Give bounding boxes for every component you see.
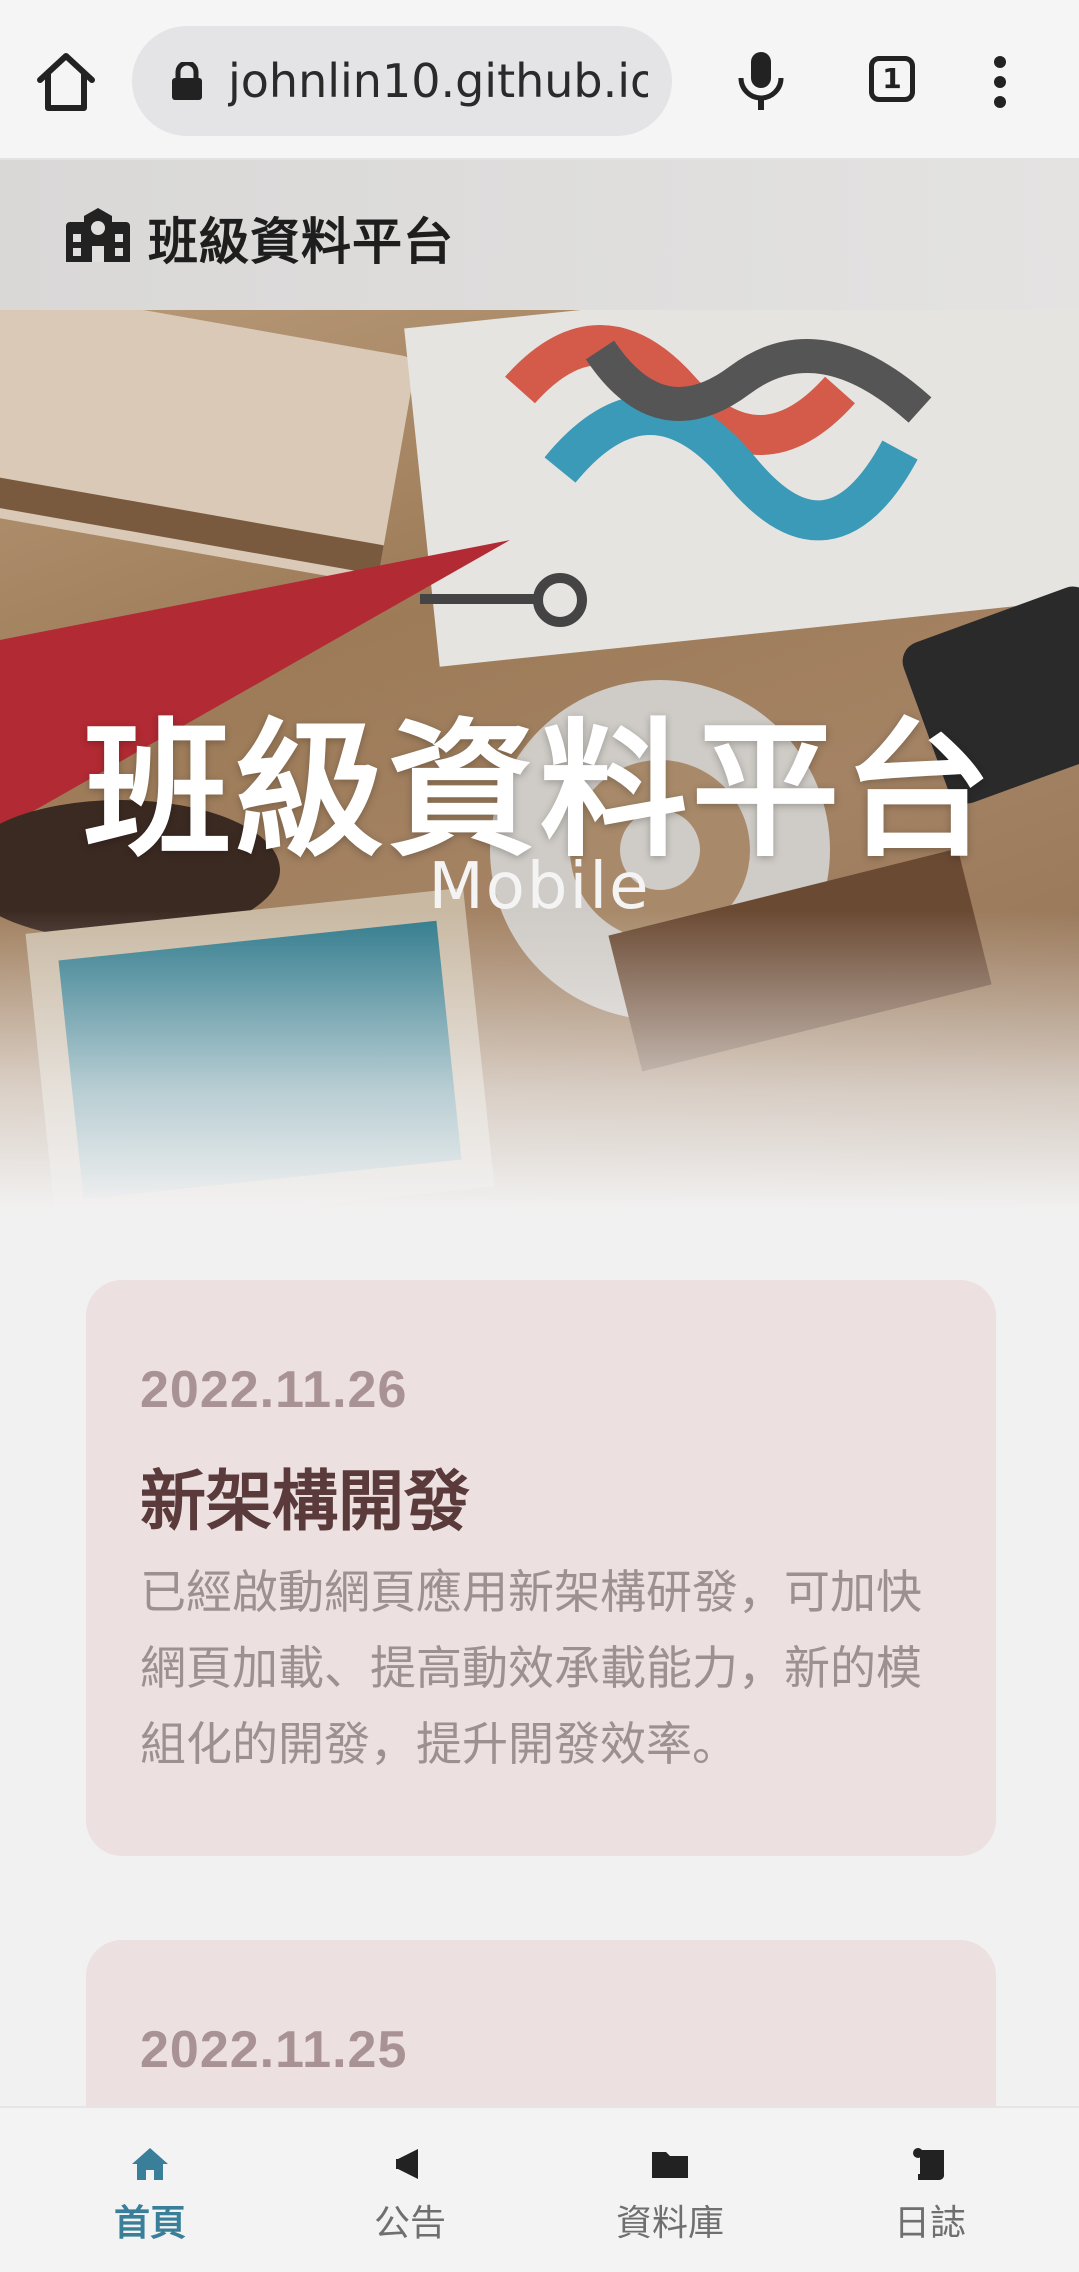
home-icon[interactable] — [30, 46, 102, 118]
more-menu-icon[interactable] — [990, 56, 1010, 108]
hero-fade — [0, 910, 1079, 1210]
tab-switcher-button[interactable]: 1 — [869, 56, 915, 102]
card-date: 2022.11.26 — [140, 1361, 408, 1419]
news-card[interactable]: 2022.11.26 新架構開發 已經啟動網頁應用新架構研發，可加快網頁加載、提… — [86, 1280, 996, 1856]
card-title: 新架構開發 — [140, 1463, 470, 1540]
nav-label: 日誌 — [893, 2203, 966, 2244]
nav-label: 首頁 — [113, 2203, 186, 2244]
site-brand[interactable]: 班級資料平台 — [148, 202, 454, 274]
hero-subtitle: Mobile — [428, 850, 651, 924]
browser-toolbar: johnlin10.github.io/cla 1 — [0, 0, 1079, 160]
nav-label: 資料庫 — [615, 2203, 724, 2244]
folder-icon — [650, 2144, 690, 2184]
school-icon — [64, 206, 132, 264]
lock-icon — [170, 60, 204, 102]
card-date: 2022.11.25 — [140, 2021, 408, 2079]
address-bar[interactable]: johnlin10.github.io/cla — [132, 26, 672, 136]
scroll-icon — [910, 2144, 950, 2184]
nav-item-journal[interactable]: 日誌 — [830, 2108, 1030, 2272]
hero-banner: 班級資料平台 Mobile — [0, 310, 1079, 1210]
home-icon — [130, 2144, 170, 2184]
url-text: johnlin10.github.io/cla — [228, 54, 648, 108]
nav-item-announcements[interactable]: 公告 — [310, 2108, 510, 2272]
site-navbar: 班級資料平台 — [0, 160, 1079, 310]
nav-label: 公告 — [373, 2203, 446, 2244]
microphone-icon[interactable] — [735, 50, 787, 112]
nav-item-database[interactable]: 資料庫 — [570, 2108, 770, 2272]
megaphone-icon — [390, 2144, 430, 2184]
bottom-navigation: 首頁 公告 資料庫 日誌 — [0, 2106, 1079, 2272]
card-body: 已經啟動網頁應用新架構研發，可加快網頁加載、提高動效承載能力，新的模組化的開發，… — [140, 1565, 922, 1771]
nav-item-home[interactable]: 首頁 — [50, 2108, 250, 2272]
